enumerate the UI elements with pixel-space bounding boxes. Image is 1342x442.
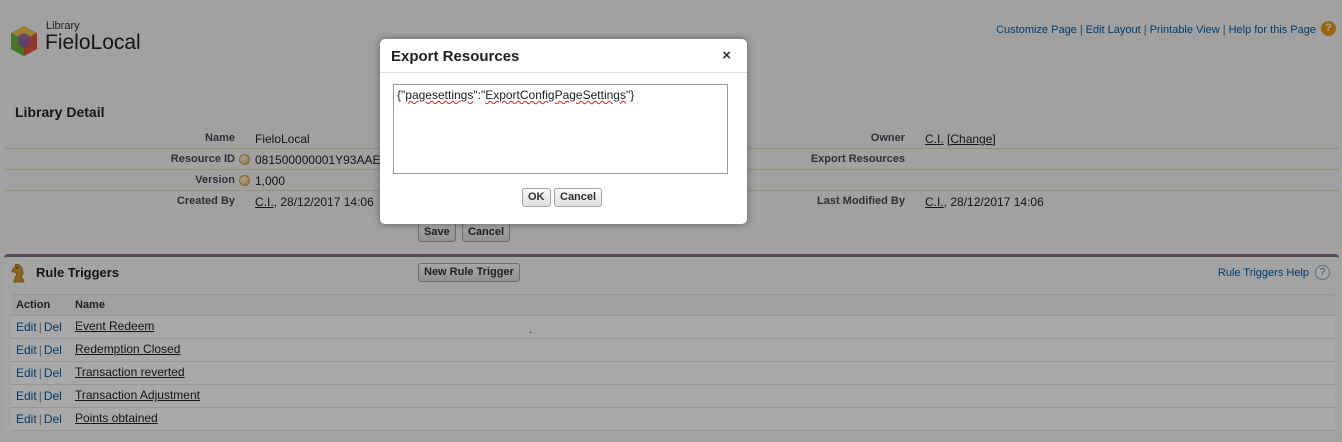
dialog-cancel-button[interactable]: Cancel — [554, 188, 603, 207]
close-icon[interactable]: × — [722, 47, 731, 64]
dialog-title: Export Resources — [391, 48, 520, 65]
export-resources-dialog: Export Resources × {"pagesettings":"Expo… — [380, 39, 747, 224]
dialog-header: Export Resources × — [380, 39, 747, 73]
export-textarea[interactable] — [393, 84, 728, 174]
ok-button[interactable]: OK — [522, 188, 551, 207]
